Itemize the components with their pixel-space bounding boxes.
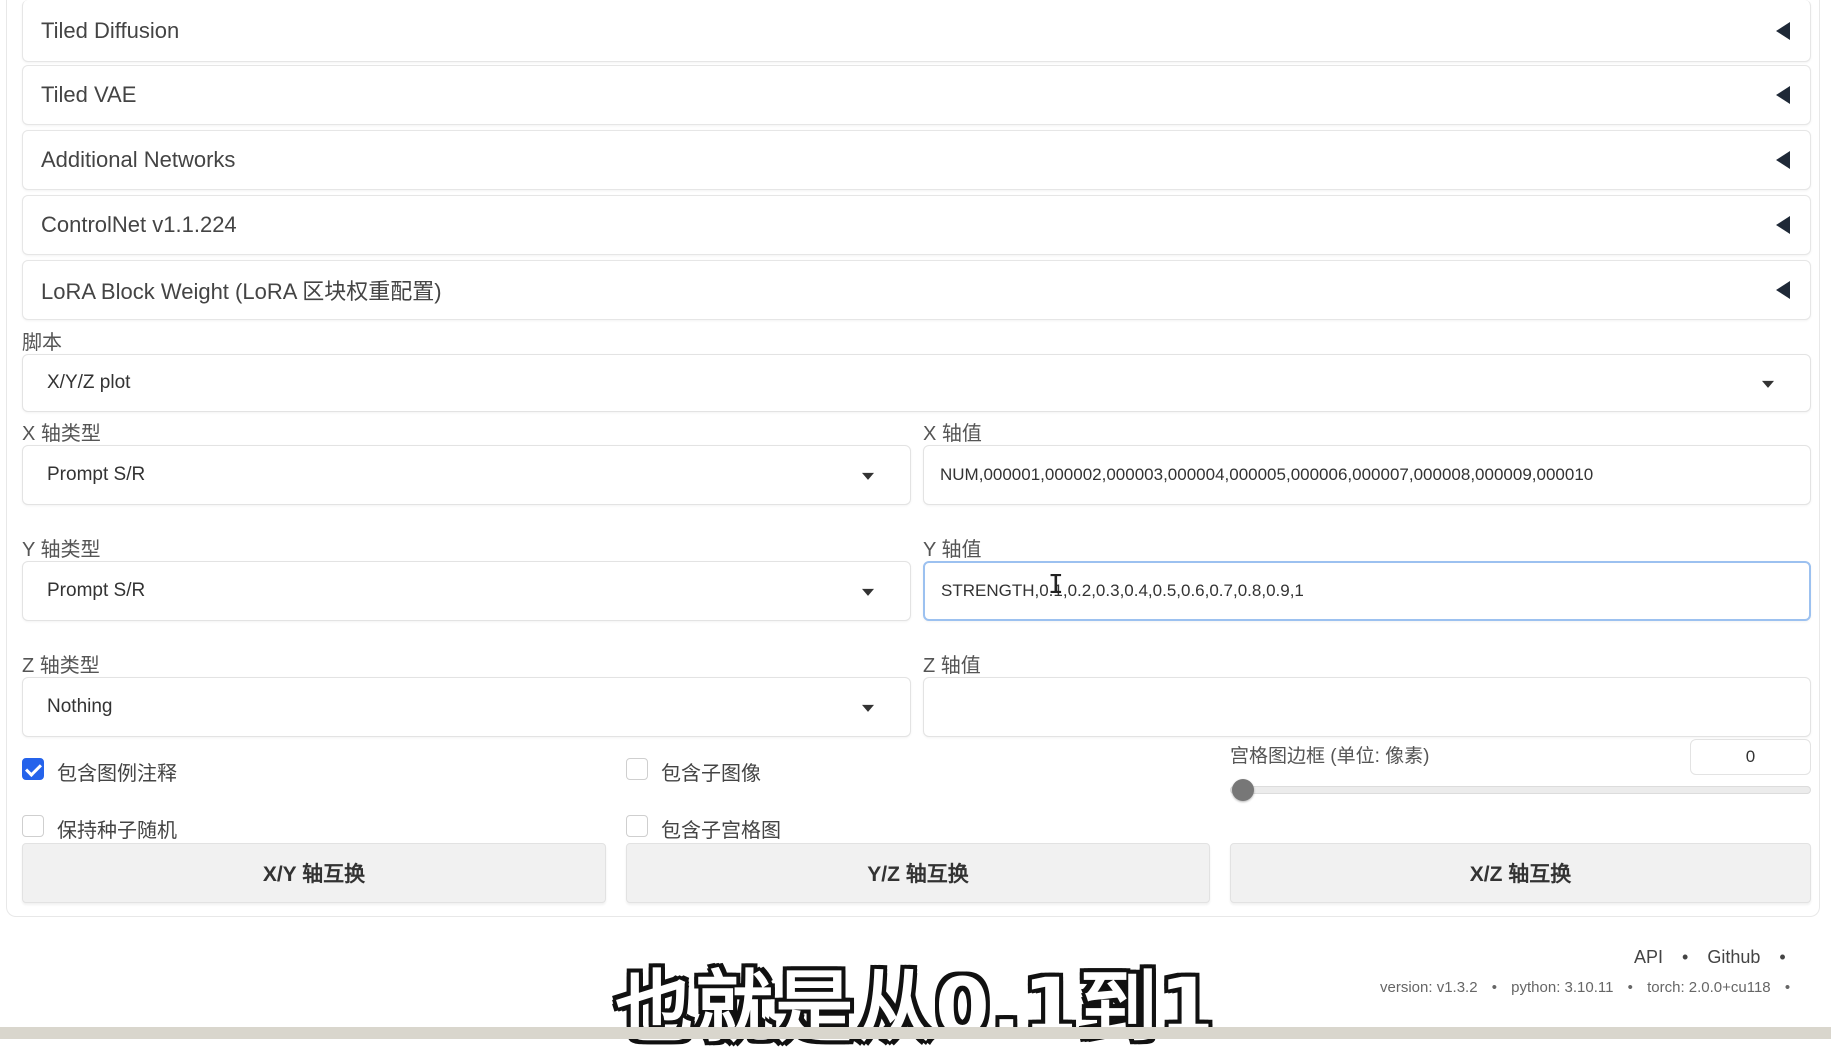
x-axis-type-label: X 轴类型 — [22, 423, 101, 445]
grid-margin-number-input[interactable]: 0 — [1690, 739, 1811, 775]
swap-xy-button[interactable]: X/Y 轴互换 — [22, 843, 606, 903]
collapse-arrow-icon — [1776, 216, 1790, 234]
accordion-label: LoRA Block Weight (LoRA 区块权重配置) — [41, 279, 442, 304]
x-axis-type-value: Prompt S/R — [47, 464, 146, 485]
script-select-value: X/Y/Z plot — [47, 372, 131, 393]
x-axis-values-label: X 轴值 — [923, 423, 982, 445]
keep-seed-random-label: 保持种子随机 — [57, 820, 177, 842]
x-axis-values-input[interactable]: NUM,000001,000002,000003,000004,000005,0… — [923, 445, 1811, 505]
include-sub-grids-label: 包含子宫格图 — [661, 820, 781, 842]
z-axis-type-label: Z 轴类型 — [22, 655, 100, 677]
chevron-down-icon — [1762, 380, 1774, 388]
accordion-tiled-diffusion[interactable]: Tiled Diffusion — [22, 0, 1811, 62]
swap-yz-button[interactable]: Y/Z 轴互换 — [626, 843, 1210, 903]
include-legend-label: 包含图例注释 — [57, 763, 177, 785]
accordion-label: Tiled Diffusion — [41, 17, 180, 43]
chevron-down-icon — [862, 704, 874, 712]
accordion-controlnet[interactable]: ControlNet v1.1.224 — [22, 195, 1811, 255]
collapse-arrow-icon — [1776, 21, 1790, 40]
y-axis-values-text: STRENGTH,0.1,0.2,0.3,0.4,0.5,0.6,0.7,0.8… — [941, 581, 1304, 600]
collapse-arrow-icon — [1776, 86, 1790, 104]
y-axis-type-select[interactable]: Prompt S/R — [22, 561, 911, 621]
grid-margin-label: 宫格图边框 (单位: 像素) — [1230, 746, 1430, 767]
x-axis-type-select[interactable]: Prompt S/R — [22, 445, 911, 505]
collapse-arrow-icon — [1776, 281, 1790, 299]
chevron-down-icon — [862, 588, 874, 596]
accordion-label: Tiled VAE — [41, 82, 137, 107]
z-axis-values-input[interactable] — [923, 677, 1811, 737]
bottom-edge-strip — [0, 1027, 1831, 1039]
chevron-down-icon — [862, 472, 874, 480]
y-axis-values-label: Y 轴值 — [923, 539, 982, 561]
accordion-label: Additional Networks — [41, 147, 236, 172]
include-sub-images-label: 包含子图像 — [661, 763, 761, 785]
z-axis-values-label: Z 轴值 — [923, 655, 981, 677]
keep-seed-random-checkbox[interactable] — [22, 815, 44, 837]
script-label: 脚本 — [22, 332, 62, 354]
script-select[interactable]: X/Y/Z plot — [22, 354, 1811, 412]
grid-margin-slider-thumb[interactable] — [1232, 779, 1254, 801]
swap-xz-button[interactable]: X/Z 轴互换 — [1230, 843, 1811, 903]
accordion-label: ControlNet v1.1.224 — [41, 212, 237, 237]
x-axis-values-text: NUM,000001,000002,000003,000004,000005,0… — [940, 465, 1594, 484]
include-sub-images-checkbox[interactable] — [626, 758, 648, 780]
grid-margin-slider-track[interactable] — [1230, 786, 1811, 794]
z-axis-type-select[interactable]: Nothing — [22, 677, 911, 737]
y-axis-type-value: Prompt S/R — [47, 580, 146, 601]
accordion-additional-networks[interactable]: Additional Networks — [22, 130, 1811, 190]
z-axis-type-value: Nothing — [47, 696, 113, 717]
accordion-tiled-vae[interactable]: Tiled VAE — [22, 65, 1811, 125]
include-legend-checkbox[interactable] — [22, 758, 44, 780]
include-sub-grids-checkbox[interactable] — [626, 815, 648, 837]
y-axis-type-label: Y 轴类型 — [22, 539, 101, 561]
video-subtitle: 也就是从0.1到1 — [615, 963, 1216, 1053]
collapse-arrow-icon — [1776, 151, 1790, 169]
text-cursor-icon: I — [1048, 570, 1064, 600]
accordion-lora-block-weight[interactable]: LoRA Block Weight (LoRA 区块权重配置) — [22, 260, 1811, 320]
